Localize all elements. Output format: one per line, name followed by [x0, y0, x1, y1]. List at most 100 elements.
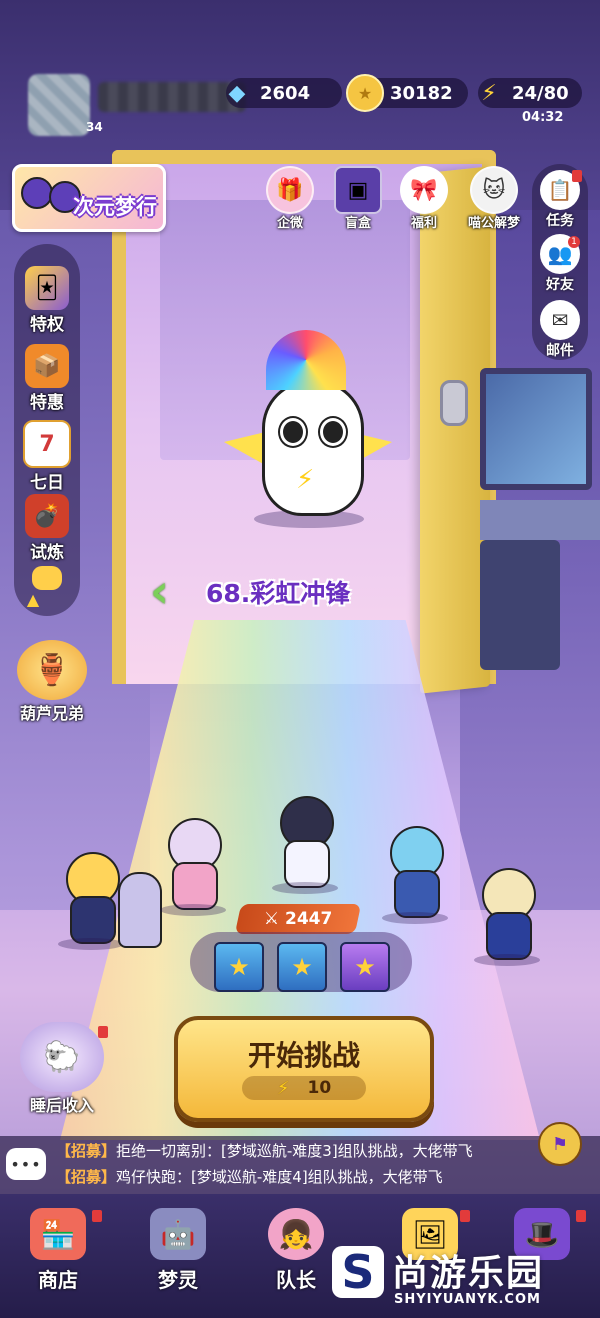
avatar[interactable] — [28, 74, 90, 136]
menu-item-discount[interactable]: 📦 特惠 — [14, 344, 80, 413]
notification-badge — [576, 1210, 586, 1222]
player-profile[interactable]: 34 — [28, 74, 246, 136]
lightning-icon: ⚡ — [296, 465, 315, 495]
menu-item-tasks[interactable]: 📋 任务 — [532, 170, 588, 230]
left-menu: 🃏 特权 📦 特惠 7 七日 💣 试炼 — [14, 244, 80, 616]
orb-characters-icon — [21, 173, 81, 213]
menu-item-label: 特惠 — [30, 393, 64, 413]
nav-dream-spirit[interactable]: 🤖 梦灵 — [128, 1208, 228, 1293]
team-recruit-icon[interactable]: ⚑ — [538, 1122, 582, 1166]
previous-stage-arrow-icon[interactable]: ‹ — [150, 566, 190, 616]
rainbow-mane — [266, 330, 346, 390]
start-challenge-label: 开始挑战 — [247, 1039, 360, 1072]
hero-pink-twin-tails[interactable] — [150, 818, 236, 918]
right-menu: 📋 任务 👥 好友 1 ✉ 邮件 — [532, 164, 588, 360]
calendar-day: 7 — [39, 431, 55, 457]
chevron-up-icon[interactable]: ▲ — [20, 590, 46, 610]
team-power: ⚔ 2447 — [234, 904, 362, 934]
notification-badge — [572, 170, 582, 182]
gift-icon: 🎁 — [266, 166, 314, 214]
watermark-title: 尚游乐园 — [392, 1253, 545, 1294]
watermark-logo: S — [332, 1245, 384, 1299]
friend-request-badge: 1 — [568, 236, 580, 248]
top-icon-blind-box[interactable]: ▣ 盲盒 — [330, 166, 386, 231]
top-icon-label: 盲盒 — [344, 216, 371, 231]
menu-item-label: 七日 — [30, 473, 64, 493]
sleep-income-label: 睡后收入 — [29, 1096, 94, 1115]
chat-ticker[interactable]: ••• 【招募】 拒绝一切离别：[梦域巡航-难度3]组队挑战，大佬带飞 【招募】鸡… — [0, 1122, 600, 1194]
site-watermark: S 尚游乐园 SHYIYUANYK.COM — [322, 1240, 600, 1318]
mail-icon: ✉ — [540, 300, 580, 340]
event-banner-label: 次元梦行 — [73, 195, 157, 219]
menu-item-friends[interactable]: 👥 好友 1 — [532, 234, 588, 294]
nav-shop[interactable]: 🏪 商店 — [8, 1208, 108, 1293]
energy-counter[interactable]: ⚡ 24/80 — [478, 78, 582, 108]
top-icon-label: 喵公解梦 — [467, 216, 520, 231]
cat-dream-icon: 🐱 — [470, 166, 518, 214]
menu-item-collapsed[interactable] — [14, 566, 80, 590]
menu-item-seven-day[interactable]: 7 七日 — [14, 420, 80, 493]
chat-text: 鸡仔快跑：[梦域巡航-难度4]组队挑战，大佬带飞 — [116, 1168, 443, 1186]
menu-item-trial[interactable]: 💣 试炼 — [14, 494, 80, 563]
sword-icon: ⚔ — [263, 909, 285, 929]
dream-spirit-icon: 🤖 — [150, 1208, 206, 1260]
menu-item-label: 任务 — [546, 213, 574, 229]
reward-chest-2[interactable]: ★ — [277, 942, 327, 992]
notification-badge — [460, 1210, 470, 1222]
gourd-brothers-button[interactable]: 🏺 葫芦兄弟 — [8, 640, 96, 724]
top-icon-label: 福利 — [410, 216, 437, 231]
chat-tag: 【招募】 — [56, 1168, 117, 1186]
team-power-value: 2447 — [284, 909, 333, 929]
gourd-label: 葫芦兄弟 — [19, 704, 84, 723]
chat-text: 拒绝一切离别：[梦域巡航-难度3]组队挑战，大佬带飞 — [116, 1142, 473, 1160]
star-icon: ★ — [354, 953, 376, 981]
coin-value: 30182 — [390, 82, 453, 104]
menu-item-label: 邮件 — [546, 343, 574, 359]
coin-counter[interactable]: ★ 30182 — [346, 74, 468, 112]
computer-monitor — [480, 368, 592, 490]
lightning-icon: ⚡ — [481, 80, 497, 106]
captain-icon: 👧 — [268, 1208, 324, 1260]
door-handle — [440, 380, 468, 426]
privilege-card-icon: 🃏 — [25, 266, 69, 310]
notification-badge — [92, 1210, 102, 1222]
notification-badge — [98, 1026, 108, 1038]
boss-unicorn-cat[interactable]: ⚡ — [224, 330, 392, 530]
player-level: 34 — [86, 120, 103, 134]
shop-icon: 🏪 — [30, 1208, 86, 1260]
diamond-icon: ◆ — [228, 80, 246, 106]
sleep-income-button[interactable]: 🐑 睡后收入 — [6, 1022, 118, 1116]
start-challenge-button[interactable]: 开始挑战 ⚡ 10 — [174, 1016, 434, 1122]
stage-title: 68.彩虹冲锋 — [206, 579, 351, 608]
watermark-url: SHYIYUANYK.COM — [394, 1292, 541, 1307]
pc-tower — [480, 540, 560, 670]
star-icon: ★ — [291, 953, 313, 981]
sleeping-sheep-icon: 🐑 — [20, 1022, 104, 1092]
nav-label: 商店 — [38, 1268, 78, 1292]
energy-value: 24/80 — [512, 82, 569, 104]
energy-timer: 04:32 — [522, 110, 564, 125]
diamond-counter[interactable]: ◆ 2604 — [226, 78, 342, 108]
energy-cost-value: 10 — [307, 1078, 332, 1098]
lightning-icon: ⚡ — [276, 1077, 290, 1099]
hero-dark-hair-ghost[interactable] — [262, 796, 348, 896]
hero-armored-knight[interactable] — [464, 868, 550, 968]
menu-item-privilege[interactable]: 🃏 特权 — [14, 266, 80, 335]
chat-bubble-icon[interactable]: ••• — [6, 1148, 46, 1180]
menu-item-label: 试炼 — [30, 543, 64, 563]
gourd-icon: 🏺 — [17, 640, 87, 700]
menu-item-mail[interactable]: ✉ 邮件 — [532, 300, 588, 360]
reward-chest-3[interactable]: ★ — [340, 942, 390, 992]
reward-chest-1[interactable]: ★ — [214, 942, 264, 992]
star-icon: ★ — [228, 953, 250, 981]
event-banner[interactable]: 次元梦行 — [12, 164, 166, 232]
energy-cost: ⚡ 10 — [242, 1076, 366, 1100]
blind-box-icon: ▣ — [334, 166, 382, 214]
top-icon-cat-dream[interactable]: 🐱 喵公解梦 — [462, 166, 526, 231]
discount-box-icon: 📦 — [25, 344, 69, 388]
chat-message: 【招募】鸡仔快跑：[梦域巡航-难度4]组队挑战，大佬带飞 — [56, 1166, 443, 1187]
top-icon-wecom[interactable]: 🎁 企微 — [262, 166, 318, 231]
hero-genie-lamp[interactable] — [372, 826, 458, 926]
desk — [480, 500, 600, 540]
top-icon-welfare[interactable]: 🎀 福利 — [396, 166, 452, 231]
